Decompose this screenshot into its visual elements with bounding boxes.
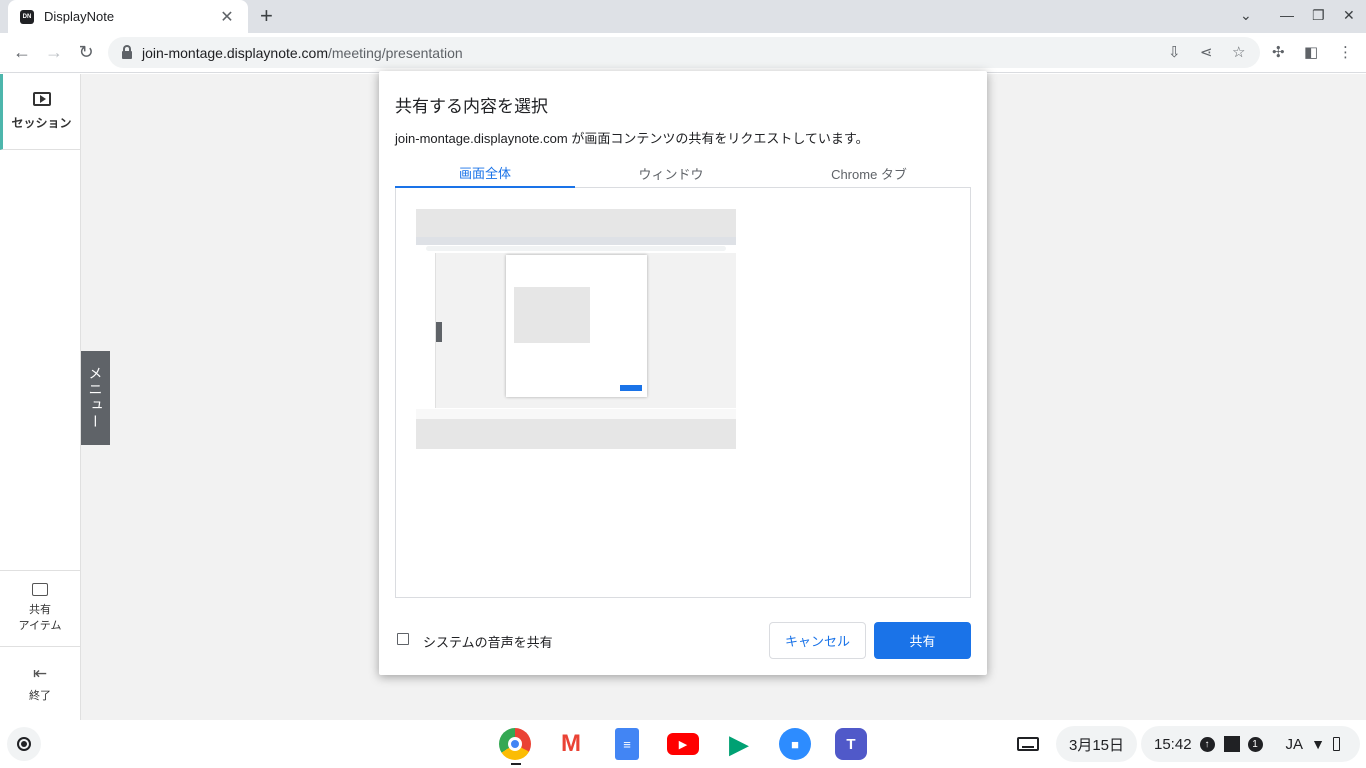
teams-icon[interactable]: T bbox=[835, 728, 867, 760]
share-audio-checkbox[interactable] bbox=[397, 633, 409, 645]
tab-window[interactable]: ウィンドウ bbox=[591, 159, 751, 188]
restore-icon[interactable]: ❐ bbox=[1312, 7, 1325, 24]
gmail-icon[interactable]: M bbox=[555, 728, 587, 760]
dialog-tabs: 画面全体 ウィンドウ Chrome タブ bbox=[395, 159, 971, 188]
kebab-menu-icon[interactable]: ⋮ bbox=[1338, 43, 1353, 61]
thumbnail-dialog bbox=[506, 255, 647, 397]
address-bar[interactable]: join-montage.displaynote.com/meeting/pre… bbox=[108, 37, 1260, 68]
chrome-icon-center bbox=[508, 737, 522, 751]
app-sidebar: セッション 共有 アイテム ⇤ 終了 bbox=[0, 74, 81, 720]
thumbnail-menu-handle bbox=[436, 322, 442, 342]
browser-tab[interactable]: DN DisplayNote ✕ bbox=[8, 0, 248, 33]
share-icon[interactable]: ⋖ bbox=[1200, 43, 1213, 61]
launcher-icon bbox=[17, 737, 31, 751]
forward-icon[interactable]: → bbox=[42, 41, 66, 63]
docs-icon[interactable]: ≡ bbox=[615, 728, 639, 760]
zoom-icon[interactable]: ■ bbox=[779, 728, 811, 760]
wifi-icon: ▼ bbox=[1311, 736, 1325, 752]
chrome-icon[interactable] bbox=[499, 728, 531, 760]
tab-chrome-tab[interactable]: Chrome タブ bbox=[787, 159, 951, 188]
ime-indicator: JA bbox=[1285, 735, 1304, 753]
battery-icon bbox=[1332, 737, 1340, 751]
notification-badge: 1 bbox=[1247, 736, 1263, 752]
launcher-button[interactable] bbox=[7, 727, 41, 761]
youtube-icon[interactable]: ▶ bbox=[667, 733, 699, 755]
screen-capture-icon bbox=[1223, 736, 1240, 752]
sidebar-session-label: セッション bbox=[11, 116, 72, 130]
install-icon[interactable]: ⇩ bbox=[1168, 43, 1181, 61]
displaynote-favicon-icon: DN bbox=[20, 9, 34, 24]
thumbnail-shelf bbox=[416, 409, 736, 419]
thumbnail-sidebar bbox=[416, 253, 436, 408]
close-window-icon[interactable]: ✕ bbox=[1343, 7, 1355, 24]
url-host: join-montage.displaynote.com bbox=[142, 44, 328, 61]
dialog-title: 共有する内容を選択 bbox=[395, 97, 548, 116]
play-store-icon[interactable]: ▶ bbox=[723, 728, 755, 760]
exit-icon: ⇤ bbox=[32, 663, 48, 683]
date-text: 3月15日 bbox=[1068, 736, 1125, 754]
chrome-running-indicator bbox=[511, 763, 521, 765]
share-picker-dialog: 共有する内容を選択 join-montage.displaynote.com が… bbox=[379, 71, 987, 675]
menu-handle[interactable]: メニュー bbox=[81, 351, 110, 445]
minimize-icon[interactable]: — bbox=[1280, 7, 1294, 23]
tab-title: DisplayNote bbox=[44, 9, 115, 24]
status-tray[interactable]: 15:42 ↑ 1 JA ▼ bbox=[1141, 726, 1360, 762]
share-button[interactable]: 共有 bbox=[874, 622, 971, 659]
back-icon[interactable]: ← bbox=[10, 41, 34, 63]
sidebar-exit-label: 終了 bbox=[29, 689, 51, 702]
tab-strip: DN DisplayNote ✕ + ⌄ — ❐ ✕ bbox=[0, 0, 1366, 33]
sidebar-item-exit[interactable]: ⇤ 終了 bbox=[0, 646, 80, 720]
tab-close-icon[interactable]: ✕ bbox=[218, 7, 236, 27]
url-path: /meeting/presentation bbox=[328, 44, 463, 61]
folder-icon bbox=[32, 583, 48, 596]
keyboard-icon[interactable] bbox=[1017, 737, 1039, 751]
thumbnail-omnibox bbox=[426, 246, 726, 251]
tab-search-icon[interactable]: ⌄ bbox=[1240, 7, 1252, 24]
sidebar-shared-label-1: 共有 bbox=[29, 604, 51, 616]
thumbnail-tabbar bbox=[416, 237, 736, 245]
thumbnail-preview bbox=[416, 237, 736, 419]
source-list-pane bbox=[395, 188, 971, 598]
thumbnail-inner-preview bbox=[514, 287, 590, 343]
tab-entire-screen[interactable]: 画面全体 bbox=[395, 159, 575, 188]
side-panel-icon[interactable]: ◧ bbox=[1304, 43, 1318, 61]
extensions-icon[interactable]: ✣ bbox=[1272, 43, 1285, 61]
dialog-subtitle: join-montage.displaynote.com が画面コンテンツの共有… bbox=[395, 131, 869, 146]
sidebar-item-shared[interactable]: 共有 アイテム bbox=[0, 570, 80, 646]
screen-thumbnail[interactable] bbox=[416, 209, 736, 449]
reload-icon[interactable]: ↻ bbox=[74, 41, 98, 63]
share-audio-label: システムの音声を共有 bbox=[423, 635, 553, 650]
sidebar-item-session[interactable]: セッション bbox=[0, 74, 80, 150]
lock-icon bbox=[122, 44, 132, 59]
new-tab-icon[interactable]: + bbox=[260, 5, 273, 27]
cancel-button[interactable]: キャンセル bbox=[769, 622, 866, 659]
time-text: 15:42 bbox=[1154, 735, 1192, 753]
bookmark-star-icon[interactable]: ☆ bbox=[1232, 43, 1245, 61]
date-tray[interactable]: 3月15日 bbox=[1056, 726, 1137, 762]
upload-icon: ↑ bbox=[1199, 736, 1215, 752]
sidebar-shared-label-2: アイテム bbox=[18, 620, 62, 632]
play-icon bbox=[32, 92, 51, 106]
browser-toolbar: ← → ↻ join-montage.displaynote.com/meeti… bbox=[0, 33, 1366, 73]
thumbnail-share-button bbox=[620, 385, 642, 391]
